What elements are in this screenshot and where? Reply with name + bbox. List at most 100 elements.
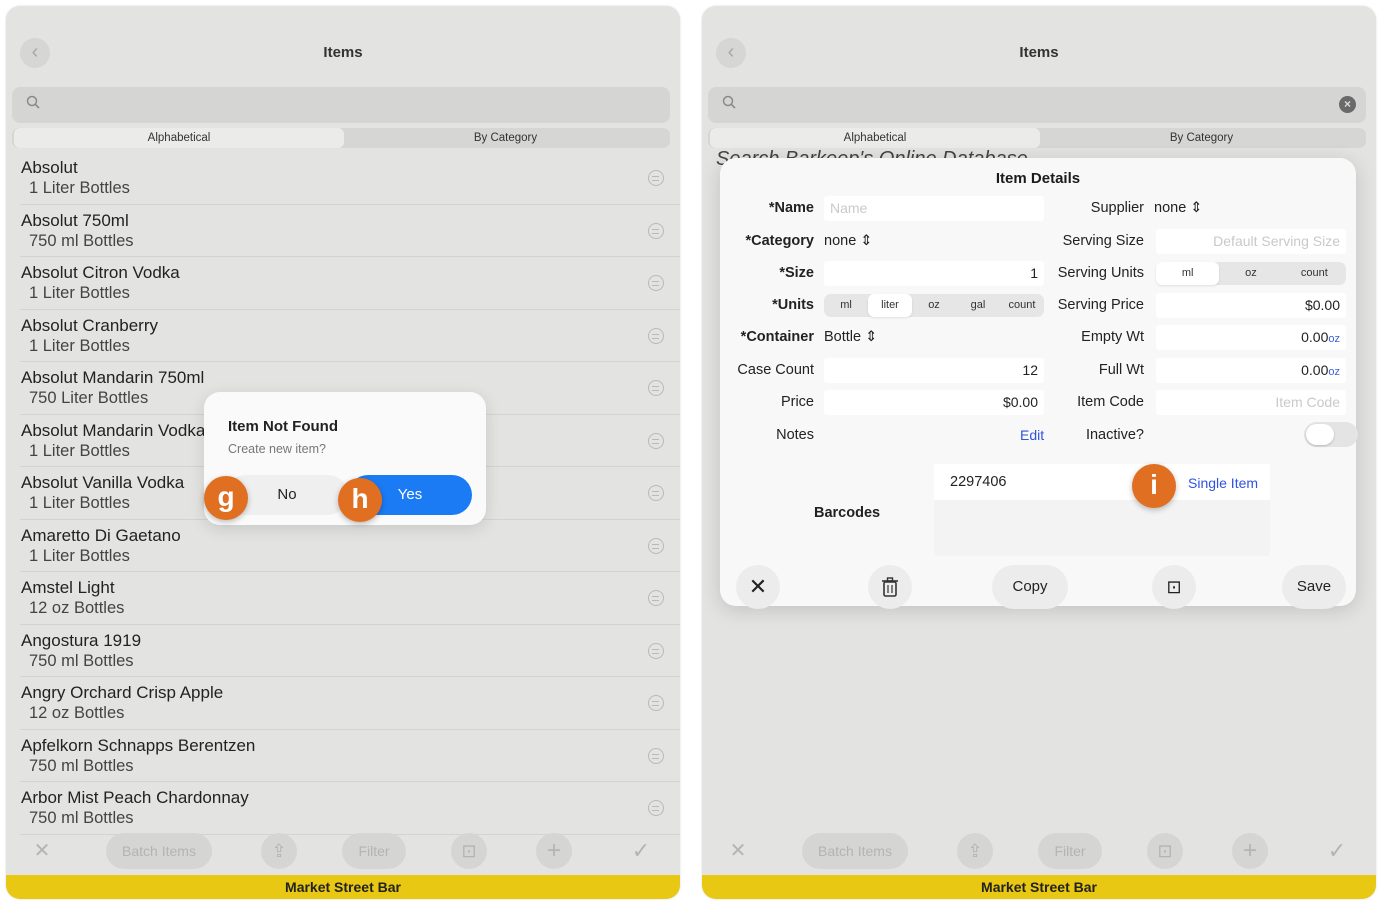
case-count-field[interactable]: 12 bbox=[824, 358, 1044, 383]
search-icon bbox=[26, 95, 40, 109]
info-icon[interactable] bbox=[648, 327, 664, 344]
serving-units-option-count[interactable]: count bbox=[1283, 262, 1346, 285]
list-item[interactable]: Angostura 1919 750 ml Bottles bbox=[20, 625, 680, 677]
filter-button[interactable]: Filter bbox=[342, 833, 406, 869]
info-icon[interactable] bbox=[648, 642, 664, 659]
search-bar[interactable]: × bbox=[708, 87, 1366, 123]
batch-items-button[interactable]: Batch Items bbox=[802, 833, 908, 869]
list-item[interactable]: Absolut Citron Vodka 1 Liter Bottles bbox=[20, 257, 680, 310]
notes-label: Notes bbox=[776, 427, 814, 443]
close-icon[interactable]: ✕ bbox=[720, 833, 756, 869]
name-label: *Name bbox=[768, 200, 814, 216]
callout-badge-i: i bbox=[1132, 464, 1176, 508]
list-item[interactable]: Amstel Light 12 oz Bottles bbox=[20, 572, 680, 625]
list-item[interactable]: Amaretto Di Gaetano 1 Liter Bottles bbox=[20, 520, 680, 572]
scan-icon[interactable]: ⊡ bbox=[1147, 833, 1183, 869]
empty-wt-label: Empty Wt bbox=[1081, 329, 1144, 345]
item-name: Arbor Mist Peach Chardonnay bbox=[21, 788, 249, 807]
size-field[interactable]: 1 bbox=[824, 261, 1044, 286]
batch-items-button[interactable]: Batch Items bbox=[106, 833, 212, 869]
info-icon[interactable] bbox=[648, 537, 664, 554]
barcode-value: 2297406 bbox=[950, 474, 1007, 490]
name-field[interactable]: Name bbox=[824, 196, 1044, 221]
venue-footer: Market Street Bar bbox=[6, 875, 680, 899]
dialog-title: Item Not Found bbox=[228, 418, 338, 435]
add-icon[interactable]: + bbox=[1232, 833, 1268, 869]
scan-icon[interactable]: ⊡ bbox=[451, 833, 487, 869]
info-icon[interactable] bbox=[648, 432, 664, 449]
trash-icon[interactable] bbox=[868, 565, 912, 609]
panel-title: Item Details bbox=[995, 170, 1081, 187]
full-wt-value: 0.00 bbox=[1301, 362, 1329, 378]
checkmark-icon[interactable]: ✓ bbox=[623, 833, 659, 869]
info-icon[interactable] bbox=[648, 590, 664, 606]
barcode-type-link[interactable]: Single Item bbox=[1188, 475, 1258, 491]
full-wt-field[interactable]: 0.00oz bbox=[1156, 358, 1346, 383]
search-bar[interactable] bbox=[12, 87, 670, 123]
units-segmented-control: ml liter oz gal count bbox=[824, 294, 1044, 317]
info-icon[interactable] bbox=[648, 170, 664, 186]
sort-segmented-control: Alphabetical By Category bbox=[12, 128, 670, 148]
tab-alphabetical[interactable]: Alphabetical bbox=[14, 128, 344, 148]
item-code-field[interactable]: Item Code bbox=[1156, 390, 1346, 415]
category-picker[interactable]: none ⇕ bbox=[824, 233, 872, 249]
tab-alphabetical[interactable]: Alphabetical bbox=[710, 128, 1040, 148]
clear-search-icon[interactable]: × bbox=[1339, 96, 1356, 113]
checkmark-icon[interactable]: ✓ bbox=[1319, 833, 1355, 869]
serving-price-field[interactable]: $0.00 bbox=[1156, 293, 1346, 318]
info-icon[interactable] bbox=[648, 695, 664, 711]
info-icon[interactable] bbox=[648, 485, 664, 501]
inactive-label: Inactive? bbox=[1085, 427, 1144, 443]
price-field[interactable]: $0.00 bbox=[824, 390, 1044, 415]
list-item[interactable]: Absolut 750ml 750 ml Bottles bbox=[20, 205, 680, 257]
serving-units-segmented-control: ml oz count bbox=[1156, 262, 1346, 285]
serving-size-field[interactable]: Default Serving Size bbox=[1156, 229, 1346, 254]
full-wt-label: Full Wt bbox=[1098, 362, 1144, 378]
info-icon[interactable] bbox=[648, 747, 664, 764]
nav-header: ‹ Items bbox=[702, 6, 1376, 86]
chevron-updown-icon: ⇕ bbox=[1190, 200, 1203, 216]
share-icon[interactable]: ⇪ bbox=[957, 833, 993, 869]
save-button[interactable]: Save bbox=[1282, 565, 1346, 609]
item-detail: 1 Liter Bottles bbox=[29, 441, 130, 460]
item-name: Apfelkorn Schnapps Berentzen bbox=[21, 735, 256, 755]
name-placeholder: Name bbox=[830, 200, 868, 216]
notes-edit-link[interactable]: Edit bbox=[1020, 427, 1044, 443]
dialog-message: Create new item? bbox=[228, 442, 326, 456]
list-item[interactable]: Apfelkorn Schnapps Berentzen 750 ml Bottl… bbox=[20, 730, 680, 782]
serving-units-option-ml[interactable]: ml bbox=[1156, 262, 1220, 285]
units-option-liter[interactable]: liter bbox=[868, 294, 912, 317]
container-picker[interactable]: Bottle ⇕ bbox=[824, 329, 877, 345]
scan-barcode-icon[interactable]: ⊡ bbox=[1152, 565, 1196, 609]
size-label: *Size bbox=[779, 265, 814, 281]
copy-button[interactable]: Copy bbox=[992, 565, 1068, 609]
share-icon[interactable]: ⇪ bbox=[261, 833, 297, 869]
tab-by-category[interactable]: By Category bbox=[1037, 128, 1366, 148]
serving-units-option-oz[interactable]: oz bbox=[1219, 262, 1282, 285]
serving-units-label: Serving Units bbox=[1057, 265, 1144, 281]
list-item[interactable]: Angry Orchard Crisp Apple 12 oz Bottles bbox=[20, 677, 680, 730]
item-code-placeholder: Item Code bbox=[1275, 394, 1340, 410]
info-icon[interactable] bbox=[648, 800, 664, 816]
supplier-picker[interactable]: none ⇕ bbox=[1154, 200, 1202, 216]
item-detail: 1 Liter Bottles bbox=[29, 494, 130, 512]
info-icon[interactable] bbox=[648, 380, 664, 396]
close-icon[interactable]: ✕ bbox=[736, 565, 780, 609]
add-icon[interactable]: + bbox=[536, 833, 572, 869]
units-option-gal[interactable]: gal bbox=[956, 294, 1000, 317]
category-label: *Category bbox=[745, 233, 815, 249]
filter-button[interactable]: Filter bbox=[1038, 833, 1102, 869]
units-option-count[interactable]: count bbox=[1000, 294, 1044, 317]
units-option-ml[interactable]: ml bbox=[824, 294, 868, 317]
bottom-toolbar: ✕ Batch Items ⇪ Filter ⊡ + ✓ bbox=[6, 827, 680, 875]
units-option-oz[interactable]: oz bbox=[912, 294, 956, 317]
inactive-toggle[interactable] bbox=[1304, 422, 1358, 447]
list-item[interactable]: Absolut Cranberry 1 Liter Bottles bbox=[20, 310, 680, 362]
tab-by-category[interactable]: By Category bbox=[341, 128, 670, 148]
list-item[interactable]: Absolut 1 Liter Bottles bbox=[20, 152, 680, 205]
info-icon[interactable] bbox=[648, 222, 664, 239]
empty-wt-field[interactable]: 0.00oz bbox=[1156, 325, 1346, 350]
supplier-value: none bbox=[1154, 200, 1187, 216]
info-icon[interactable] bbox=[648, 275, 664, 291]
close-icon[interactable]: ✕ bbox=[24, 833, 60, 869]
